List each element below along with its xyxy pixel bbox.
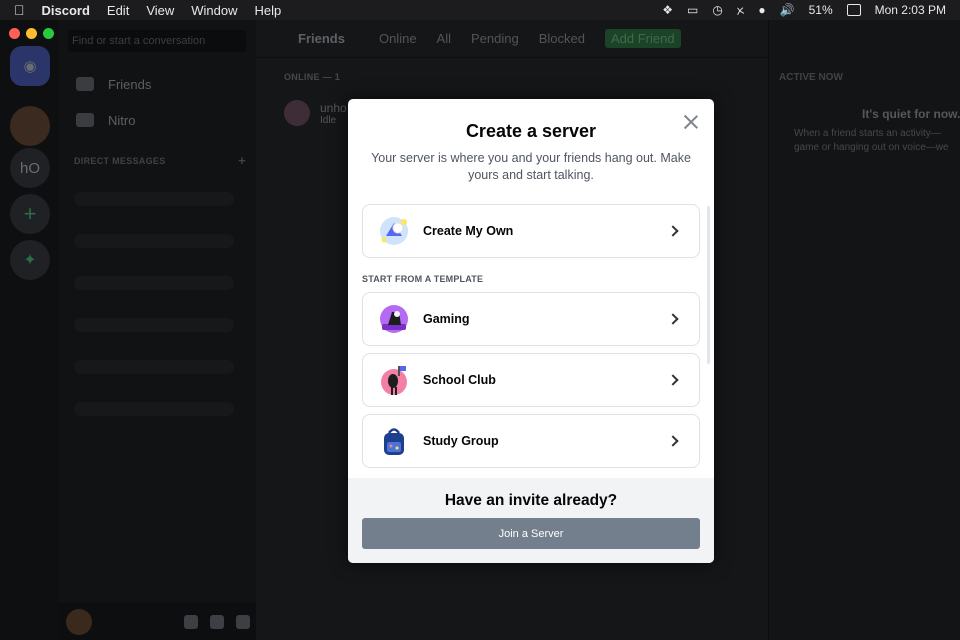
time-machine-icon[interactable]: ◷ (712, 3, 722, 17)
chevron-right-icon (667, 435, 679, 447)
modal-title: Create a server (465, 121, 597, 141)
dm-placeholder (74, 276, 234, 290)
dm-placeholder (74, 402, 234, 416)
active-now-panel: ACTIVE NOW It's quiet for now... When a … (768, 20, 960, 640)
sidebar-item-label: Nitro (108, 112, 136, 128)
zoom-window-button[interactable] (43, 28, 54, 39)
dm-search-input[interactable]: Find or start a conversation (68, 30, 246, 52)
battery-icon[interactable] (846, 4, 861, 16)
dm-placeholder (74, 360, 234, 374)
dm-placeholder (74, 318, 234, 332)
chevron-right-icon (667, 225, 679, 237)
invite-heading: Have an invite already? (444, 492, 618, 509)
add-server-icon[interactable]: + (10, 194, 50, 234)
template-section-header: START FROM A TEMPLATE (362, 274, 484, 284)
friend-row[interactable]: unho Idle (284, 100, 347, 126)
user-panel (58, 603, 256, 640)
menu-clock[interactable]: Mon 2:03 PM (875, 3, 946, 17)
join-server-button[interactable]: Join a Server (362, 518, 700, 549)
gear-icon[interactable] (236, 614, 250, 629)
modal-footer: Have an invite already? Join a Server (348, 478, 714, 563)
tab-blocked[interactable]: Blocked (539, 31, 585, 46)
friends-icon (76, 77, 94, 91)
template-gaming-label: Gaming (423, 312, 470, 326)
template-gaming-button[interactable]: Gaming (362, 292, 700, 346)
menu-app-name[interactable]: Discord (42, 3, 90, 18)
microphone-icon[interactable] (184, 614, 198, 629)
bluetooth-icon[interactable]: ᝣ (737, 2, 745, 19)
chevron-right-icon (667, 374, 679, 386)
active-now-description: When a friend starts an activity— game o… (794, 128, 949, 153)
tab-pending[interactable]: Pending (471, 31, 519, 46)
template-school-club-button[interactable]: School Club (362, 353, 700, 407)
menu-view[interactable]: View (146, 3, 174, 18)
create-my-own-label: Create My Own (423, 224, 514, 238)
user-avatar[interactable] (66, 608, 92, 635)
apple-icon[interactable]:  (14, 2, 25, 18)
online-count-label: ONLINE — 1 (284, 72, 341, 82)
sidebar-item-nitro[interactable]: Nitro (68, 104, 246, 136)
minimize-window-button[interactable] (26, 28, 37, 39)
sidebar-item-friends[interactable]: Friends (68, 68, 246, 100)
menu-help[interactable]: Help (255, 3, 282, 18)
dm-sidebar: Find or start a conversation Friends Nit… (58, 20, 256, 640)
sidebar-item-label: Friends (108, 76, 152, 92)
active-now-header: ACTIVE NOW (779, 72, 843, 83)
add-friend-button[interactable]: Add Friend (604, 29, 681, 48)
gaming-icon (377, 302, 411, 336)
home-discord-icon[interactable]: ◉ (10, 46, 50, 86)
wifi-icon[interactable]: ● (758, 3, 765, 17)
airplay-icon[interactable]: ▭ (687, 3, 698, 17)
friend-avatar (284, 100, 310, 126)
menu-edit[interactable]: Edit (107, 3, 129, 18)
study-group-icon (377, 424, 411, 458)
window-controls (9, 28, 54, 39)
server-list: ◉ hO + ✦ (0, 20, 58, 640)
modal-subtitle: Your server is where you and your friend… (371, 151, 691, 182)
close-window-button[interactable] (9, 28, 20, 39)
create-my-own-icon (377, 214, 411, 248)
modal-scrollbar[interactable] (707, 206, 710, 364)
template-study-group-button[interactable]: Study Group (362, 414, 700, 468)
dropbox-icon[interactable]: ❖ (662, 3, 673, 17)
tab-all[interactable]: All (437, 31, 451, 46)
friends-title: Friends (298, 31, 345, 46)
macos-menu-bar:  Discord Edit View Window Help ❖ ▭ ◷ ᝣ … (0, 0, 960, 20)
friend-status: Idle (320, 114, 337, 126)
volume-icon[interactable]: 🔊 (780, 3, 795, 17)
server-avatar[interactable] (10, 106, 50, 146)
tab-online[interactable]: Online (379, 31, 417, 46)
create-server-modal: Create a server Your server is where you… (348, 99, 714, 563)
template-study-group-label: Study Group (423, 434, 499, 448)
chevron-right-icon (667, 313, 679, 325)
nitro-icon (76, 113, 94, 127)
school-club-icon (377, 363, 411, 397)
explore-servers-icon[interactable]: ✦ (10, 240, 50, 280)
template-school-club-label: School Club (423, 373, 496, 387)
dm-placeholder (74, 192, 234, 206)
direct-messages-header: DIRECT MESSAGES + (74, 153, 246, 168)
battery-percent[interactable]: 51% (809, 3, 833, 17)
friend-name: unho (320, 100, 347, 115)
dm-placeholder (74, 234, 234, 248)
create-my-own-button[interactable]: Create My Own (362, 204, 700, 258)
server-initials[interactable]: hO (10, 148, 50, 188)
menu-window[interactable]: Window (191, 3, 237, 18)
add-dm-icon[interactable]: + (238, 153, 246, 168)
active-now-quiet-title: It's quiet for now... (862, 107, 960, 121)
headphones-icon[interactable] (210, 614, 224, 629)
